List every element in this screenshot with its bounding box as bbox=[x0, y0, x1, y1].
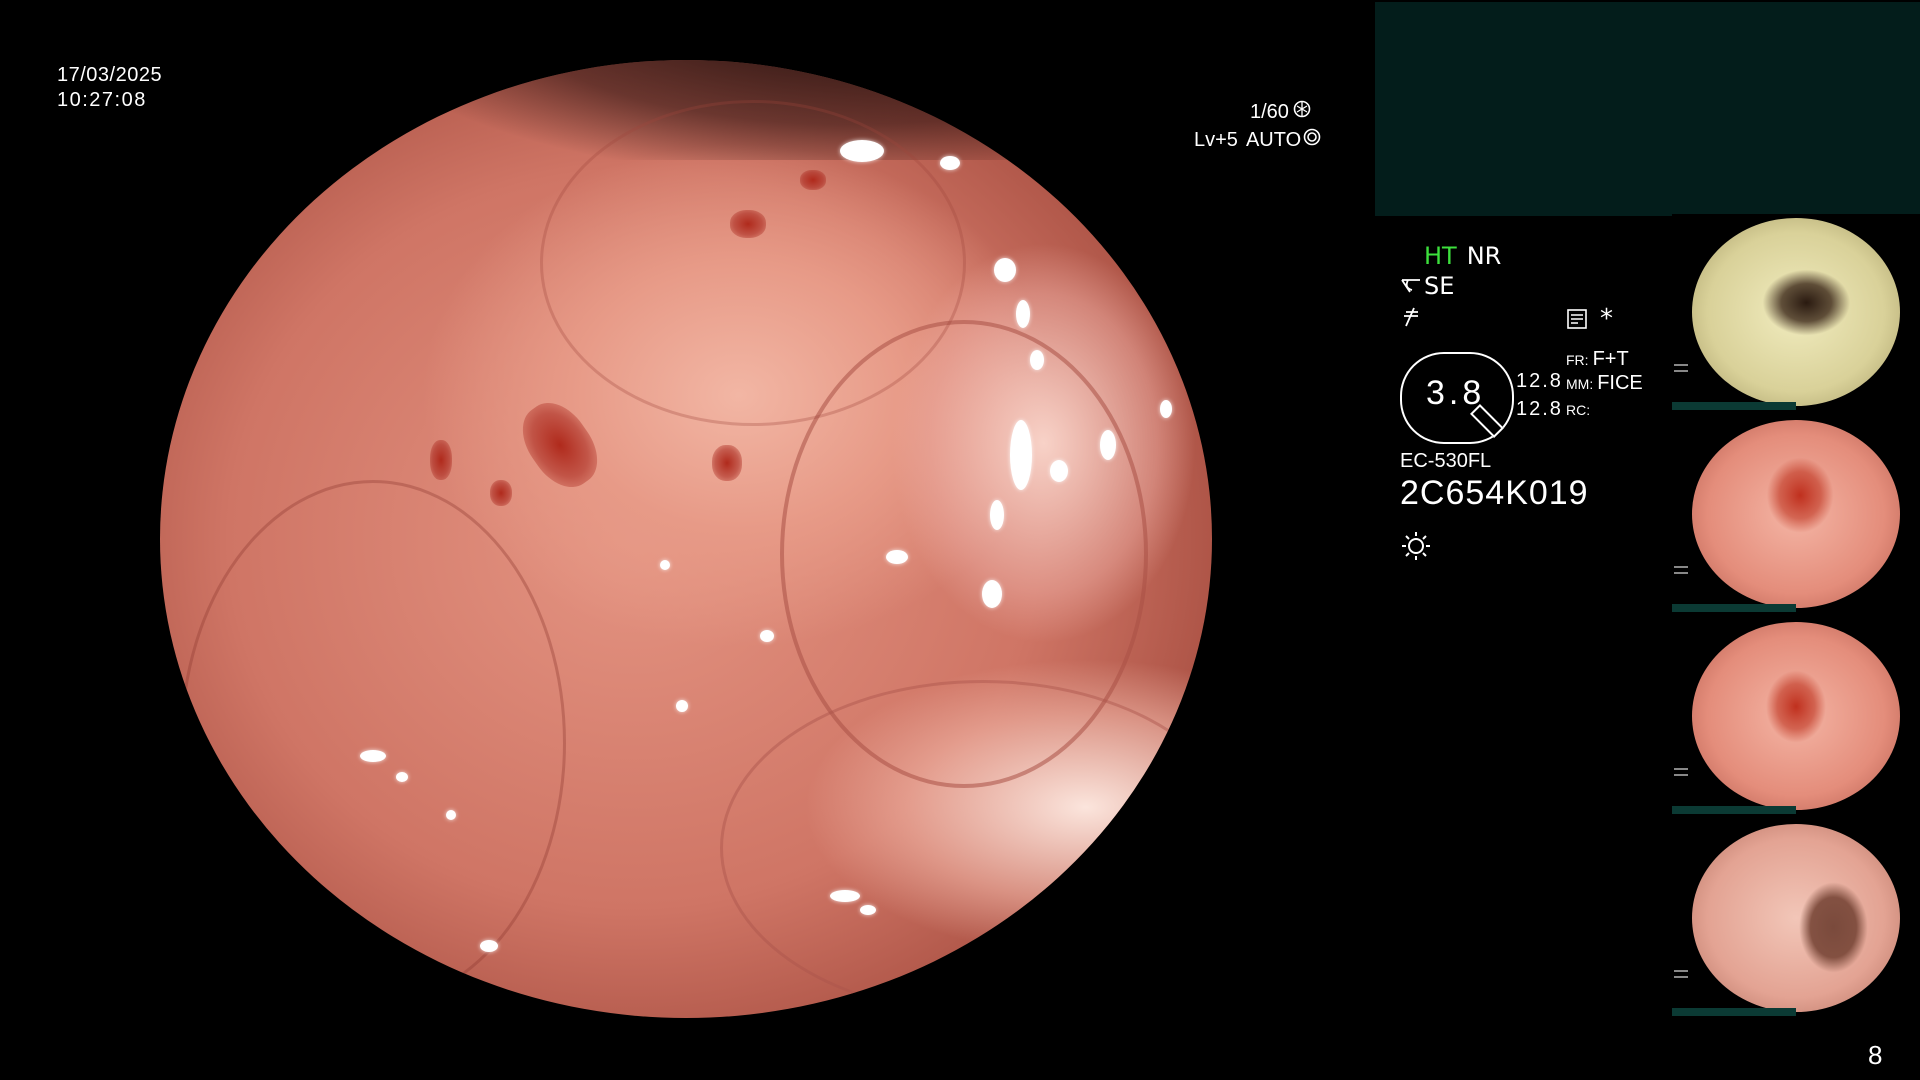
thumb-meta bbox=[1674, 774, 1688, 776]
iris-mode: AUTO bbox=[1245, 128, 1302, 151]
erosion-lesion bbox=[235, 205, 255, 245]
ht-nr-status: HT NR bbox=[1424, 242, 1501, 270]
mm-label: MM: bbox=[1566, 376, 1594, 392]
specular-highlight bbox=[660, 560, 670, 570]
thumbnail-image bbox=[1692, 420, 1900, 608]
thumbnail-bar bbox=[1672, 806, 1796, 814]
erosion-lesion bbox=[490, 480, 512, 506]
mm-value: FICE bbox=[1597, 372, 1643, 394]
specular-highlight bbox=[360, 750, 386, 762]
specular-highlight bbox=[830, 890, 860, 902]
specular-highlight bbox=[1160, 400, 1172, 418]
se-indicator: SE bbox=[1424, 272, 1455, 300]
thumb-meta bbox=[1674, 572, 1688, 574]
shutter-icon bbox=[1293, 100, 1311, 124]
scope-serial: 2C654K019 bbox=[1400, 474, 1589, 512]
scissors-icon bbox=[1400, 272, 1422, 300]
thumbnail-bar bbox=[1672, 402, 1796, 410]
specular-highlight bbox=[994, 258, 1016, 282]
mucosal-fold bbox=[540, 100, 966, 426]
brightness-readout: Lv+5 AUTO bbox=[1194, 128, 1321, 152]
specular-highlight bbox=[1050, 460, 1068, 482]
se-status: SE bbox=[1400, 272, 1454, 300]
date-label: 17/03/2025 bbox=[57, 64, 163, 86]
fr-label: FR: bbox=[1566, 352, 1589, 368]
mm-value-left: 12.8 bbox=[1516, 370, 1563, 392]
patient-info-panel bbox=[1375, 2, 1920, 216]
capture-thumbnail[interactable] bbox=[1672, 618, 1920, 816]
specular-highlight bbox=[840, 140, 884, 162]
specular-highlight bbox=[982, 580, 1002, 608]
rc-label: RC: bbox=[1566, 402, 1591, 418]
specular-highlight bbox=[760, 630, 774, 642]
specular-highlight bbox=[1010, 920, 1030, 932]
thumb-meta bbox=[1674, 566, 1688, 568]
scope-model: EC-530FL bbox=[1400, 450, 1492, 472]
mm-row: MM: FICE bbox=[1566, 372, 1643, 395]
rc-value-left: 12.8 bbox=[1516, 398, 1563, 420]
thumb-meta bbox=[1674, 768, 1688, 770]
light-icon bbox=[1400, 530, 1432, 566]
fr-row: FR: F+T bbox=[1566, 348, 1629, 371]
thumb-meta bbox=[1674, 976, 1688, 978]
nr-indicator: NR bbox=[1466, 242, 1502, 270]
capture-thumbnail[interactable] bbox=[1672, 214, 1920, 412]
erosion-lesion bbox=[430, 440, 452, 480]
thumbnail-image bbox=[1692, 824, 1900, 1012]
specular-highlight bbox=[940, 156, 960, 170]
specular-highlight bbox=[990, 500, 1004, 530]
thumb-meta bbox=[1674, 970, 1688, 972]
specular-highlight bbox=[1030, 350, 1044, 370]
shutter-speed-label: 1/60 bbox=[1250, 100, 1289, 123]
capture-thumbnail[interactable] bbox=[1672, 820, 1920, 1018]
specular-highlight bbox=[1016, 300, 1030, 328]
erosion-lesion bbox=[800, 170, 826, 190]
thumb-meta bbox=[1674, 370, 1688, 372]
specular-highlight bbox=[676, 700, 688, 712]
thumbnail-image bbox=[1692, 622, 1900, 810]
specular-highlight bbox=[396, 772, 408, 782]
erosion-lesion bbox=[730, 210, 766, 238]
frame-counter: 8 bbox=[1868, 1040, 1883, 1070]
thumbnail-image bbox=[1692, 218, 1900, 406]
specular-highlight bbox=[886, 550, 908, 564]
iris-icon bbox=[1303, 128, 1321, 152]
star-indicator: * bbox=[1600, 304, 1613, 334]
capture-thumbnail-list bbox=[1672, 214, 1920, 1018]
specular-highlight bbox=[860, 905, 876, 915]
brightness-level: Lv+5 bbox=[1194, 128, 1238, 151]
ht-indicator: HT bbox=[1424, 242, 1457, 270]
endoscopic-view bbox=[160, 60, 1212, 1018]
specular-highlight bbox=[446, 810, 456, 820]
erosion-lesion bbox=[712, 445, 742, 481]
time-label: 10:27:08 bbox=[57, 89, 147, 111]
record-icon bbox=[1566, 308, 1588, 334]
capture-thumbnail[interactable] bbox=[1672, 416, 1920, 614]
specular-highlight bbox=[480, 940, 498, 952]
specular-highlight bbox=[1100, 430, 1116, 460]
shutter-speed: 1/60 bbox=[1250, 100, 1311, 124]
specular-highlight bbox=[1010, 420, 1032, 490]
mucosal-fold bbox=[180, 480, 566, 1006]
fr-value: F+T bbox=[1592, 348, 1629, 370]
rc-row: RC: bbox=[1566, 402, 1590, 420]
no-freeze-icon bbox=[1400, 306, 1422, 332]
thumbnail-bar bbox=[1672, 1008, 1796, 1016]
thumb-meta bbox=[1674, 364, 1688, 366]
thumbnail-bar bbox=[1672, 604, 1796, 612]
